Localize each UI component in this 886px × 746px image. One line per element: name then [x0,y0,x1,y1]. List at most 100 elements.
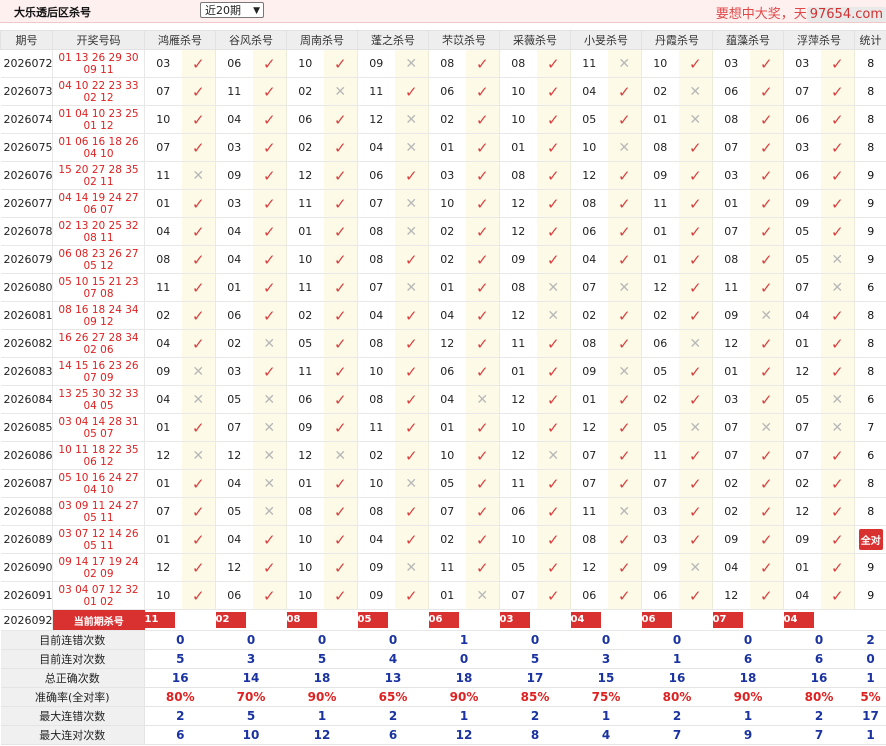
result-mark: ✓ [607,329,642,358]
table-row: 2026085 03 04 14 28 31 05 07 01 ✓ 07 ✕ 09 ✓ 11 ✓ 01… [0,413,886,442]
check-icon: ✓ [830,474,844,493]
result-mark: ✕ [607,49,642,78]
kill-pick: 11 [712,273,750,302]
draw-numbers: 09 14 17 19 24 02 09 [52,553,145,582]
col-expert[interactable]: 芣苡杀号 [428,30,500,50]
kill-pick: 07 [215,413,253,442]
result-mark: ✕ [607,357,642,386]
result-mark: ✓ [252,273,287,302]
check-icon: ✓ [688,194,702,213]
kill-pick: 07 [144,497,182,526]
kill-pick: 11 [286,357,324,386]
kill-pick: 12 [144,441,182,470]
check-icon: ✓ [191,530,205,549]
col-expert[interactable]: 谷风杀号 [215,30,287,50]
result-mark: ✓ [252,77,287,106]
col-expert[interactable]: 蕴藻杀号 [712,30,784,50]
summary-value: 18 [428,668,500,688]
kill-pick: 03 [215,357,253,386]
summary-value: 9 [712,725,784,745]
check-icon: ✓ [333,54,347,73]
col-expert[interactable]: 浮萍杀号 [783,30,855,50]
draw-numbers: 13 25 30 32 33 04 05 [52,385,145,414]
result-mark: ✓ [678,49,713,78]
result-mark: ✓ [394,525,429,554]
kill-pick: 09 [215,161,253,190]
result-mark: ✕ [607,273,642,302]
kill-pick: 10 [286,581,324,610]
col-expert[interactable]: 采薇杀号 [499,30,571,50]
col-expert[interactable]: 小旻杀号 [570,30,642,50]
result-mark: ✕ [536,301,571,330]
row-stat: 9 [854,553,886,582]
summary-value: 10 [215,725,287,745]
issue-cell: 2026085 [0,413,53,442]
kill-pick: 12 [570,413,608,442]
col-expert[interactable]: 丹霞杀号 [641,30,713,50]
current-pick-cell: 02 [215,609,253,631]
check-icon: ✓ [475,250,489,269]
result-mark: ✓ [607,189,642,218]
all-correct-badge: 全对 [858,529,883,550]
front-numbers: 03 04 14 28 31 [58,415,139,428]
result-mark: ✕ [181,441,216,470]
kill-pick: 11 [570,49,608,78]
summary-value: 6 [712,649,784,669]
result-mark: ✓ [323,49,358,78]
row-stat: 9 [854,189,886,218]
check-icon: ✓ [475,166,489,185]
period-select[interactable]: 近20期 ▼ [200,2,264,18]
kill-pick: 03 [215,133,253,162]
check-icon: ✓ [688,278,702,297]
check-icon: ✓ [759,138,773,157]
result-mark: ✓ [678,161,713,190]
check-icon: ✓ [830,222,844,241]
kill-pick: 04 [215,245,253,274]
slogan[interactable]: 要想中大奖，天 97654.com [716,3,886,22]
kill-pick: 06 [286,385,324,414]
check-icon: ✓ [830,558,844,577]
check-icon: ✓ [830,502,844,521]
kill-pick: 07 [712,441,750,470]
back-numbers: 07 09 [83,371,114,384]
check-icon: ✓ [191,278,205,297]
summary-value: 18 [712,668,784,688]
check-icon: ✓ [546,390,560,409]
result-mark: ✓ [749,133,784,162]
kill-pick: 04 [215,217,253,246]
col-expert[interactable]: 鸿雁杀号 [144,30,216,50]
result-mark: ✓ [181,497,216,526]
kill-pick: 02 [428,217,466,246]
check-icon: ✓ [262,110,276,129]
result-mark: ✓ [323,245,358,274]
kill-pick: 02 [357,441,395,470]
result-mark: ✓ [394,77,429,106]
cross-icon: ✕ [618,55,631,72]
result-mark: ✓ [749,161,784,190]
kill-pick: 08 [712,105,750,134]
summary-value: 0 [712,630,784,650]
result-mark: ✓ [678,245,713,274]
kill-pick: 08 [570,189,608,218]
check-icon: ✓ [688,390,702,409]
kill-pick: 06 [428,357,466,386]
result-mark: ✓ [820,469,855,498]
kill-pick: 02 [712,469,750,498]
check-icon: ✓ [617,110,631,129]
issue-cell: 2026079 [0,245,53,274]
kill-pick: 02 [641,301,679,330]
draw-numbers: 14 15 16 23 26 07 09 [52,357,145,386]
kill-pick: 06 [357,161,395,190]
col-expert[interactable]: 周南杀号 [286,30,358,50]
check-icon: ✓ [475,418,489,437]
result-mark: ✕ [607,497,642,526]
check-icon: ✓ [191,502,205,521]
kill-pick: 07 [357,189,395,218]
summary-value: 75% [570,687,642,707]
site-link[interactable]: 97654.com [806,7,886,22]
col-expert[interactable]: 蓬之杀号 [357,30,429,50]
check-icon: ✓ [759,166,773,185]
kill-pick: 06 [215,581,253,610]
result-mark: ✓ [394,497,429,526]
table-row: 2026086 10 11 18 22 35 06 12 12 ✕ 12 ✕ 12 ✕ 02 ✓ 10… [0,441,886,470]
